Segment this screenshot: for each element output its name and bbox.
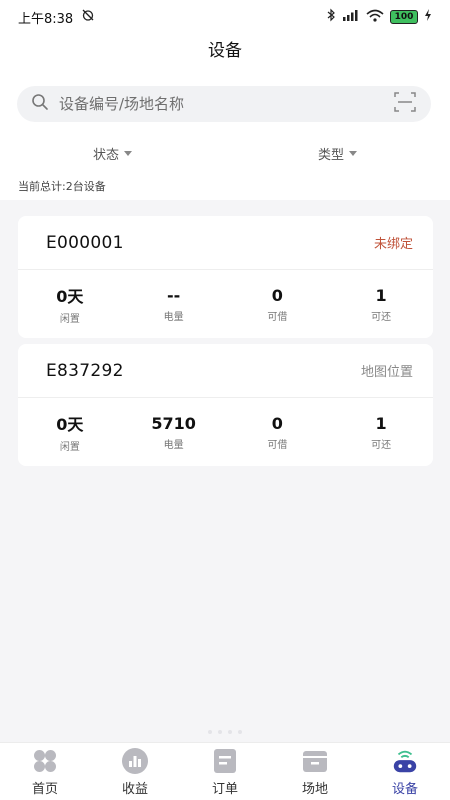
stat-value: 0: [271, 413, 283, 433]
nav-item-venues[interactable]: 场地: [270, 743, 360, 800]
nav-item-home[interactable]: 首页: [0, 743, 90, 800]
chart-icon: [121, 747, 149, 775]
stat-value: --: [166, 285, 181, 305]
device-card-header: E000001 未绑定: [18, 216, 433, 270]
filter-bar: 状态 类型: [0, 140, 450, 166]
nav-item-earnings[interactable]: 收益: [90, 743, 180, 800]
unbound-status[interactable]: 未绑定: [374, 233, 413, 252]
stat-value: 5710: [151, 413, 196, 433]
stat-idle: 0天 闲置: [18, 406, 122, 458]
stat-label: 电量: [163, 439, 184, 451]
venue-icon: [301, 747, 329, 775]
search-input[interactable]: [59, 95, 393, 113]
status-filter[interactable]: 状态: [0, 140, 225, 166]
scan-icon[interactable]: [393, 90, 417, 118]
nav-label: 首页: [31, 781, 58, 797]
stat-value: 1: [375, 413, 387, 433]
page-indicator: [0, 730, 450, 734]
device-icon: [391, 747, 419, 775]
caret-down-icon: [124, 150, 132, 156]
nav-label: 收益: [121, 781, 148, 797]
device-total: 当前总计:2台设备: [18, 180, 106, 193]
device-id: E000001: [46, 232, 124, 253]
stat-label: 可借: [267, 439, 288, 451]
stat-label: 闲置: [59, 314, 80, 325]
device-id: E837292: [46, 360, 124, 381]
battery-icon: 100: [390, 10, 418, 24]
stat-label: 可借: [267, 311, 288, 323]
order-icon: [211, 747, 239, 775]
stat-power: 5710 电量: [122, 406, 226, 458]
type-filter-label: 类型: [317, 147, 344, 163]
stat-returnable: 1 可还: [329, 278, 433, 330]
stat-label: 可还: [371, 439, 392, 451]
stat-value: 0: [271, 285, 283, 305]
type-filter[interactable]: 类型: [225, 140, 450, 166]
status-bar: 上午8:38 100: [0, 0, 450, 34]
device-card[interactable]: E837292 地图位置 0天 闲置 5710 电量 0 可借 1 可还: [18, 344, 433, 466]
stat-label: 电量: [163, 311, 184, 323]
stat-value: 0天: [56, 287, 84, 306]
nav-item-orders[interactable]: 订单: [180, 743, 270, 800]
charging-icon: [424, 9, 432, 25]
device-stats: 0天 闲置 5710 电量 0 可借 1 可还: [18, 406, 433, 458]
stat-returnable: 1 可还: [329, 406, 433, 458]
search-icon: [31, 93, 49, 115]
map-location-link[interactable]: 地图位置: [361, 361, 413, 380]
wifi-icon: [366, 9, 384, 26]
page-dot: [238, 730, 242, 734]
page-title: 设备: [208, 41, 242, 61]
signal-icon: [342, 9, 360, 25]
stat-power: -- 电量: [122, 278, 226, 330]
bottom-nav: 首页 收益 订单 场地 设备: [0, 742, 450, 800]
bluetooth-icon: [326, 8, 336, 26]
grid-icon: [31, 747, 59, 775]
nav-item-devices[interactable]: 设备: [360, 743, 450, 800]
status-left: 上午8:38: [18, 8, 95, 27]
device-card[interactable]: E000001 未绑定 0天 闲置 -- 电量 0 可借 1 可还: [18, 216, 433, 338]
page-dot: [208, 730, 212, 734]
page-dot: [218, 730, 222, 734]
stat-label: 可还: [371, 311, 392, 323]
caret-down-icon: [349, 150, 357, 156]
status-filter-label: 状态: [92, 147, 119, 163]
status-time: 上午8:38: [18, 11, 74, 27]
page-dot: [228, 730, 232, 734]
stat-label: 闲置: [59, 442, 80, 453]
status-right: 100: [326, 8, 432, 26]
stat-borrowable: 0 可借: [226, 278, 330, 330]
nav-label: 订单: [211, 781, 238, 797]
stat-borrowable: 0 可借: [226, 406, 330, 458]
stat-value: 1: [375, 285, 387, 305]
nav-label: 设备: [391, 781, 418, 797]
search-bar[interactable]: [17, 86, 431, 122]
device-stats: 0天 闲置 -- 电量 0 可借 1 可还: [18, 278, 433, 330]
nav-label: 场地: [301, 781, 328, 797]
stat-value: 0天: [56, 415, 84, 434]
alarm-off-icon: [81, 8, 95, 26]
stat-idle: 0天 闲置: [18, 278, 122, 330]
device-card-header: E837292 地图位置: [18, 344, 433, 398]
